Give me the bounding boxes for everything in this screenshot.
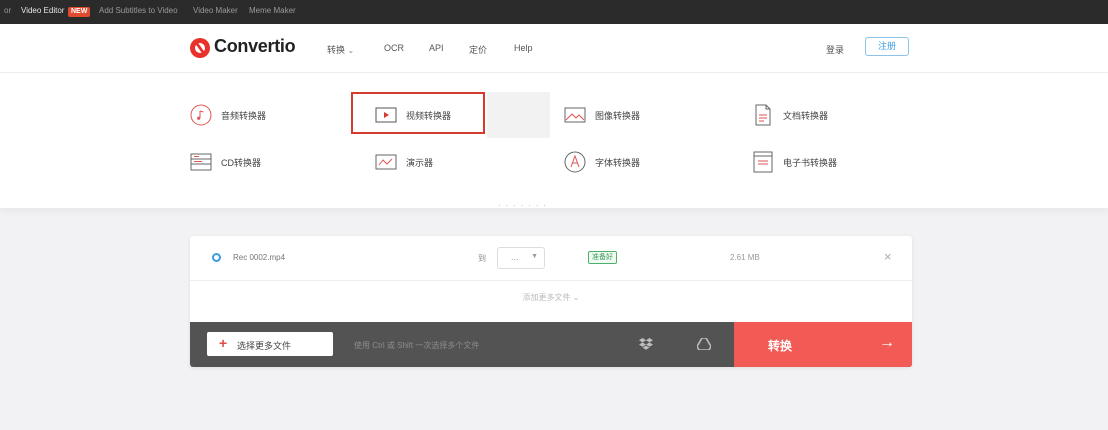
- menu-item-presentation[interactable]: 演示器: [375, 150, 433, 174]
- file-name: Rec 0002.mp4: [233, 253, 286, 262]
- file-row: Rec 0002.mp4 到 ... ▼ 准备好 2.61 MB ×: [190, 236, 912, 281]
- multi-select-hint: 使用 Ctrl 或 Shift 一次选择多个文件: [354, 341, 480, 350]
- google-drive-icon[interactable]: [693, 333, 715, 355]
- logo-text[interactable]: Convertio: [214, 36, 296, 57]
- nav-pricing[interactable]: 定价: [469, 43, 487, 56]
- status-badge: 准备好: [588, 251, 617, 264]
- menu-item-document[interactable]: 文档转换器: [752, 103, 828, 127]
- login-link[interactable]: 登录: [826, 43, 844, 56]
- convertio-logo-icon[interactable]: [189, 37, 211, 59]
- menu-item-label: 图像转换器: [595, 110, 641, 121]
- chevron-down-icon: ▼: [531, 253, 538, 260]
- document-icon: [752, 104, 774, 126]
- convert-label: 转换: [768, 339, 793, 353]
- menu-item-label: CD转换器: [221, 157, 261, 168]
- header: Convertio 转换 ⌄ OCR API 定价 Help 登录 注册: [0, 24, 1108, 73]
- menu-item-font[interactable]: 字体转换器: [564, 150, 640, 174]
- font-icon: [564, 151, 586, 173]
- obscured-heading: · · · · · · ·: [498, 200, 547, 210]
- action-bar: + 选择更多文件 使用 Ctrl 或 Shift 一次选择多个文件 转换 →: [190, 322, 912, 367]
- file-size: 2.61 MB: [730, 253, 760, 262]
- plus-icon: +: [219, 335, 228, 351]
- highlight-box: [351, 92, 485, 134]
- topbar-link-video-maker[interactable]: Video Maker: [193, 6, 238, 15]
- new-badge: NEW: [68, 7, 91, 17]
- nav-convert[interactable]: 转换 ⌄: [327, 43, 354, 56]
- presentation-icon: [375, 151, 397, 173]
- ebook-icon: [752, 151, 774, 173]
- arrow-right-icon: →: [879, 334, 895, 351]
- archive-icon: [190, 151, 212, 173]
- upload-card: Rec 0002.mp4 到 ... ▼ 准备好 2.61 MB × 添加更多文…: [190, 236, 912, 367]
- top-bar: or Video Editor NEW Add Subtitles to Vid…: [0, 0, 1108, 24]
- topbar-link-or[interactable]: or: [4, 6, 11, 15]
- add-more-files-label: 添加更多文件: [522, 293, 571, 302]
- menu-item-ebook[interactable]: 电子书转换器: [752, 150, 837, 174]
- menu-item-cd[interactable]: CD转换器: [190, 150, 261, 174]
- menu-item-label: 演示器: [406, 157, 434, 168]
- topbar-link-add-subtitles[interactable]: Add Subtitles to Video: [99, 6, 178, 15]
- choose-files-button[interactable]: + 选择更多文件: [207, 332, 333, 356]
- convert-button[interactable]: 转换 →: [734, 322, 912, 367]
- format-select[interactable]: ... ▼: [497, 247, 545, 269]
- image-icon: [564, 104, 586, 126]
- nav-api[interactable]: API: [429, 43, 444, 53]
- add-more-files-link[interactable]: 添加更多文件 ⌄: [190, 292, 912, 303]
- format-select-value: ...: [511, 252, 519, 262]
- signup-button[interactable]: 注册: [865, 37, 909, 56]
- menu-item-label: 电子书转换器: [783, 157, 838, 168]
- menu-item-audio[interactable]: 音频转换器: [190, 103, 266, 127]
- topbar-link-meme-maker[interactable]: Meme Maker: [249, 6, 296, 15]
- file-status-icon: [212, 253, 221, 262]
- chevron-down-icon: ⌄: [572, 293, 580, 302]
- audio-icon: [190, 104, 212, 126]
- menu-item-label: 文档转换器: [783, 110, 829, 121]
- nav-help[interactable]: Help: [514, 43, 533, 53]
- close-icon[interactable]: ×: [884, 250, 892, 264]
- menu-item-label: 字体转换器: [595, 157, 641, 168]
- chevron-down-icon: ⌄: [347, 46, 355, 55]
- nav-convert-label: 转换: [327, 45, 346, 55]
- converter-menu-panel: 音频转换器 视频转换器 图像转换器 文档转换器 CD转换器 演示器 字体转换器 …: [0, 73, 1108, 208]
- dropbox-icon[interactable]: [635, 333, 657, 355]
- topbar-link-video-editor[interactable]: Video Editor: [21, 6, 64, 15]
- menu-hover-background: [487, 92, 550, 138]
- to-label: 到: [478, 254, 486, 263]
- menu-item-label: 音频转换器: [221, 110, 267, 121]
- menu-item-image[interactable]: 图像转换器: [564, 103, 640, 127]
- choose-files-label: 选择更多文件: [237, 341, 292, 351]
- nav-ocr[interactable]: OCR: [384, 43, 404, 53]
